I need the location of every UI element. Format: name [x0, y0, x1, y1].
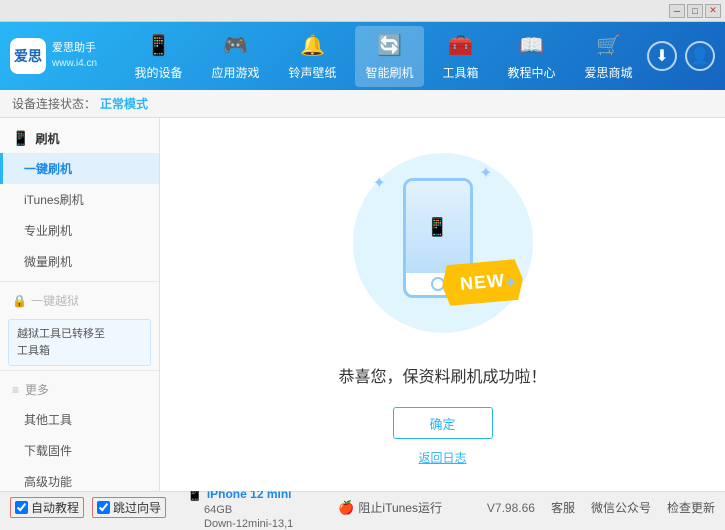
stop-itunes-area: 🍎 阻止iTunes运行: [338, 499, 442, 516]
sparkle-2-icon: ✦: [479, 163, 492, 183]
auto-guide-label: 自动教程: [31, 499, 79, 516]
nav-item-apps-games[interactable]: 🎮 应用游戏: [201, 26, 269, 87]
nav-label-my-device: 我的设备: [134, 64, 182, 81]
nav-label-apps: 应用游戏: [211, 64, 259, 81]
phone-screen: 📱: [406, 181, 470, 273]
sidebar: 📱 刷机 一键刷机 iTunes刷机 专业刷机 微量刷机 🔒 一键越狱 越狱工具…: [0, 118, 160, 491]
close-button[interactable]: ✕: [705, 4, 721, 18]
bottom-right: V7.98.66 客服 微信公众号 检查更新: [487, 499, 715, 516]
flash-section-icon: 📱: [12, 130, 29, 147]
nav-label-ringtones: 铃声壁纸: [288, 64, 336, 81]
top-nav: 爱思 爱思助手 www.i4.cn 📱 我的设备 🎮 应用游戏 🔔 铃声壁纸 🔄…: [0, 22, 725, 90]
logo-symbol: 爱思: [14, 46, 42, 66]
sidebar-item-download-firmware[interactable]: 下载固件: [0, 435, 159, 466]
minimize-button[interactable]: ─: [669, 4, 685, 18]
nav-right: ⬇ 👤: [647, 41, 715, 71]
success-illustration: 📱 NEW ✦ ✦ ✦: [343, 143, 543, 343]
nav-label-smart-flash: 智能刷机: [365, 64, 413, 81]
tutorial-icon: 📖: [517, 32, 545, 60]
nav-item-tutorial[interactable]: 📖 教程中心: [497, 26, 565, 87]
apps-icon: 🎮: [221, 32, 249, 60]
stop-itunes-icon: 🍎: [338, 500, 354, 516]
sparkle-1-icon: ✦: [373, 173, 386, 193]
auto-guide-checkbox[interactable]: 自动教程: [10, 497, 84, 518]
download-button[interactable]: ⬇: [647, 41, 677, 71]
sidebar-divider-1: [0, 281, 159, 282]
wechat-public-link[interactable]: 微信公众号: [591, 499, 651, 516]
itunes-flash-label: iTunes刷机: [24, 193, 84, 207]
nav-label-tutorial: 教程中心: [507, 64, 555, 81]
title-bar: ─ □ ✕: [0, 0, 725, 22]
nav-item-ringtones[interactable]: 🔔 铃声壁纸: [278, 26, 346, 87]
smart-flash-icon: 🔄: [375, 32, 403, 60]
center-area: 📱 NEW ✦ ✦ ✦ 恭喜您，保资料刷机成功啦！ 确定 返回日志: [160, 118, 725, 491]
phone-screen-icon: 📱: [426, 217, 448, 238]
sidebar-item-pro-flash[interactable]: 专业刷机: [0, 215, 159, 246]
logo-icon: 爱思: [10, 38, 46, 74]
flash-section-label: 刷机: [35, 130, 59, 147]
more-bars-icon: ≡: [12, 383, 19, 397]
sidebar-item-other-tools[interactable]: 其他工具: [0, 404, 159, 435]
device-storage: 64GB: [204, 504, 232, 516]
version-label: V7.98.66: [487, 501, 535, 515]
check-update-link[interactable]: 检查更新: [667, 499, 715, 516]
status-bar: 设备连接状态： 正常模式: [0, 90, 725, 118]
re-setup-link[interactable]: 返回日志: [418, 449, 466, 466]
other-tools-label: 其他工具: [24, 413, 72, 427]
phone-home-button: [431, 277, 445, 291]
sparkle-3-icon: ✦: [504, 273, 517, 293]
auto-guide-input[interactable]: [15, 501, 28, 514]
info-box-text: 越狱工具已转移至工具箱: [17, 328, 105, 357]
nav-item-toolbox[interactable]: 🧰 工具箱: [432, 26, 488, 87]
skip-guide-input[interactable]: [97, 501, 110, 514]
confirm-button[interactable]: 确定: [393, 407, 493, 439]
more-section-label: 更多: [25, 381, 49, 398]
user-button[interactable]: 👤: [685, 41, 715, 71]
device-model: Down-12mini-13,1: [204, 518, 293, 530]
lock-section: 🔒 一键越狱: [0, 286, 159, 315]
download-firmware-label: 下载固件: [24, 444, 72, 458]
nav-item-my-device[interactable]: 📱 我的设备: [124, 26, 192, 87]
nav-label-toolbox: 工具箱: [442, 64, 478, 81]
maximize-button[interactable]: □: [687, 4, 703, 18]
sidebar-item-one-key-flash[interactable]: 一键刷机: [0, 153, 159, 184]
nav-item-smart-flash[interactable]: 🔄 智能刷机: [355, 26, 423, 87]
stop-itunes-label: 阻止iTunes运行: [358, 499, 442, 516]
sidebar-divider-2: [0, 370, 159, 371]
status-value: 正常模式: [100, 95, 148, 112]
nav-label-mall: 爱思商城: [584, 64, 632, 81]
logo-text: 爱思助手 www.i4.cn: [52, 41, 97, 70]
pro-flash-label: 专业刷机: [24, 224, 72, 238]
sidebar-item-wipe-flash[interactable]: 微量刷机: [0, 246, 159, 277]
nav-item-mall[interactable]: 🛒 爱思商城: [574, 26, 642, 87]
bottom-left: 自动教程 跳过向导 📱 iPhone 12 mini 64GB Down-12m…: [10, 485, 293, 530]
bottom-bar: 自动教程 跳过向导 📱 iPhone 12 mini 64GB Down-12m…: [0, 491, 725, 523]
logo-line1: 爱思助手: [52, 41, 97, 56]
logo-area: 爱思 爱思助手 www.i4.cn: [10, 38, 100, 74]
lock-label: 一键越狱: [31, 292, 79, 309]
lock-icon: 🔒: [12, 294, 27, 308]
sidebar-section-more-header: ≡ 更多: [0, 375, 159, 404]
skip-guide-checkbox[interactable]: 跳过向导: [92, 497, 166, 518]
nav-items: 📱 我的设备 🎮 应用游戏 🔔 铃声壁纸 🔄 智能刷机 🧰 工具箱 📖 教程中心…: [120, 26, 647, 87]
sidebar-item-advanced[interactable]: 高级功能: [0, 466, 159, 491]
wipe-flash-label: 微量刷机: [24, 255, 72, 269]
mall-icon: 🛒: [594, 32, 622, 60]
one-key-flash-label: 一键刷机: [24, 162, 72, 176]
info-box: 越狱工具已转移至工具箱: [8, 319, 151, 366]
sidebar-section-flash-header: 📱 刷机: [0, 124, 159, 153]
success-text: 恭喜您，保资料刷机成功啦！: [338, 363, 546, 387]
device-info: 📱 iPhone 12 mini 64GB Down-12mini-13,1: [186, 485, 293, 530]
ringtones-icon: 🔔: [298, 32, 326, 60]
toolbox-icon: 🧰: [446, 32, 474, 60]
advanced-label: 高级功能: [24, 475, 72, 489]
main-content: 📱 刷机 一键刷机 iTunes刷机 专业刷机 微量刷机 🔒 一键越狱 越狱工具…: [0, 118, 725, 491]
device-icon: 📱: [144, 32, 172, 60]
sidebar-item-itunes-flash[interactable]: iTunes刷机: [0, 184, 159, 215]
title-bar-controls[interactable]: ─ □ ✕: [669, 4, 721, 18]
skip-guide-label: 跳过向导: [113, 499, 161, 516]
status-label: 设备连接状态：: [12, 95, 96, 112]
logo-line2: www.i4.cn: [52, 57, 97, 71]
customer-service-link[interactable]: 客服: [551, 499, 575, 516]
